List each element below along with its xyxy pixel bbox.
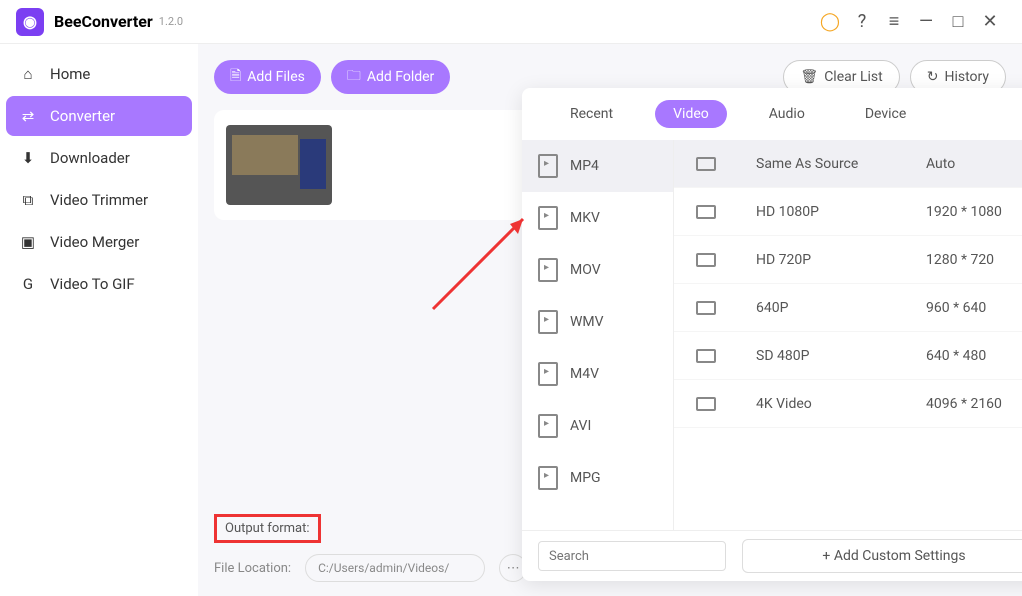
display-icon — [696, 157, 716, 171]
resolution-item[interactable]: 640P960 * 640 — [674, 284, 1022, 332]
add-files-button[interactable]: 🗎 Add Files — [214, 60, 321, 94]
sidebar-item-label: Home — [50, 65, 90, 83]
resolution-item[interactable]: Same As SourceAuto — [674, 140, 1022, 188]
format-list[interactable]: MP4 MKV MOV WMV M4V AVI MPG — [522, 140, 674, 530]
app-logo: ◉ — [16, 8, 44, 36]
file-video-icon — [538, 154, 558, 178]
app-version: 1.2.0 — [159, 15, 183, 28]
tab-recent[interactable]: Recent — [552, 100, 631, 128]
sidebar-item-label: Video To GIF — [50, 275, 135, 293]
app-name: BeeConverter — [54, 12, 153, 31]
display-icon — [696, 349, 716, 363]
file-video-icon — [538, 362, 558, 386]
add-folder-button[interactable]: 🗀 Add Folder — [331, 60, 450, 94]
resolution-item[interactable]: HD 1080P1920 * 1080 — [674, 188, 1022, 236]
format-mp4[interactable]: MP4 — [522, 140, 673, 192]
gif-icon: G — [18, 274, 38, 294]
format-dropdown: Recent Video Audio Device MP4 MKV MOV WM… — [522, 88, 1022, 581]
sidebar-item-label: Video Trimmer — [50, 191, 148, 209]
folder-plus-icon: 🗀 — [347, 65, 361, 89]
content-area: 🗎 Add Files 🗀 Add Folder 🗑 Clear List ↻ … — [198, 44, 1022, 596]
history-icon: ↻ — [927, 69, 939, 85]
display-icon — [696, 253, 716, 267]
merger-icon: ▣ — [18, 232, 38, 252]
format-mpg[interactable]: MPG — [522, 452, 673, 504]
format-m4v[interactable]: M4V — [522, 348, 673, 400]
download-icon: ⬇ — [18, 148, 38, 168]
sidebar-item-label: Downloader — [50, 149, 130, 167]
sidebar-item-trimmer[interactable]: ⧉ Video Trimmer — [6, 180, 192, 220]
display-icon — [696, 301, 716, 315]
file-video-icon — [538, 466, 558, 490]
output-format-label: Output format: — [214, 514, 321, 543]
resolution-list[interactable]: Same As SourceAuto HD 1080P1920 * 1080 H… — [674, 140, 1022, 530]
resolution-item[interactable]: HD 720P1280 * 720 — [674, 236, 1022, 284]
minimize-icon[interactable]: — — [910, 6, 942, 38]
add-custom-settings-button[interactable]: + Add Custom Settings — [742, 539, 1022, 573]
sidebar-item-downloader[interactable]: ⬇ Downloader — [6, 138, 192, 178]
resolution-item[interactable]: SD 480P640 * 480 — [674, 332, 1022, 380]
format-avi[interactable]: AVI — [522, 400, 673, 452]
format-search-input[interactable] — [538, 541, 726, 571]
tab-device[interactable]: Device — [847, 100, 924, 128]
format-mov[interactable]: MOV — [522, 244, 673, 296]
file-video-icon — [538, 258, 558, 282]
resolution-item[interactable]: 4K Video4096 * 2160 — [674, 380, 1022, 428]
file-video-icon — [538, 310, 558, 334]
tab-video[interactable]: Video — [655, 100, 727, 128]
file-video-icon — [538, 414, 558, 438]
sidebar-item-label: Video Merger — [50, 233, 139, 251]
sidebar-item-merger[interactable]: ▣ Video Merger — [6, 222, 192, 262]
trimmer-icon: ⧉ — [18, 190, 38, 210]
maximize-icon[interactable]: □ — [942, 6, 974, 38]
format-mkv[interactable]: MKV — [522, 192, 673, 244]
trash-icon: 🗑 — [800, 69, 818, 85]
titlebar: ◉ BeeConverter 1.2.0 ◯ ? ≡ — □ ✕ — [0, 0, 1022, 44]
sidebar-item-gif[interactable]: G Video To GIF — [6, 264, 192, 304]
menu-icon[interactable]: ≡ — [878, 6, 910, 38]
sidebar-item-converter[interactable]: ⇄ Converter — [6, 96, 192, 136]
file-location-value[interactable]: C:/Users/admin/Videos/ — [305, 554, 485, 582]
display-icon — [696, 205, 716, 219]
home-icon: ⌂ — [18, 64, 38, 84]
file-location-label: File Location: — [214, 561, 291, 576]
sidebar-item-home[interactable]: ⌂ Home — [6, 54, 192, 94]
file-video-icon — [538, 206, 558, 230]
file-plus-icon: 🗎 — [230, 65, 241, 89]
tab-audio[interactable]: Audio — [751, 100, 823, 128]
close-icon[interactable]: ✕ — [974, 6, 1006, 38]
display-icon — [696, 397, 716, 411]
help-icon[interactable]: ? — [846, 6, 878, 38]
sidebar: ⌂ Home ⇄ Converter ⬇ Downloader ⧉ Video … — [0, 44, 198, 596]
converter-icon: ⇄ — [18, 106, 38, 126]
user-icon[interactable]: ◯ — [814, 6, 846, 38]
video-thumbnail — [226, 125, 332, 205]
sidebar-item-label: Converter — [50, 107, 115, 125]
format-wmv[interactable]: WMV — [522, 296, 673, 348]
